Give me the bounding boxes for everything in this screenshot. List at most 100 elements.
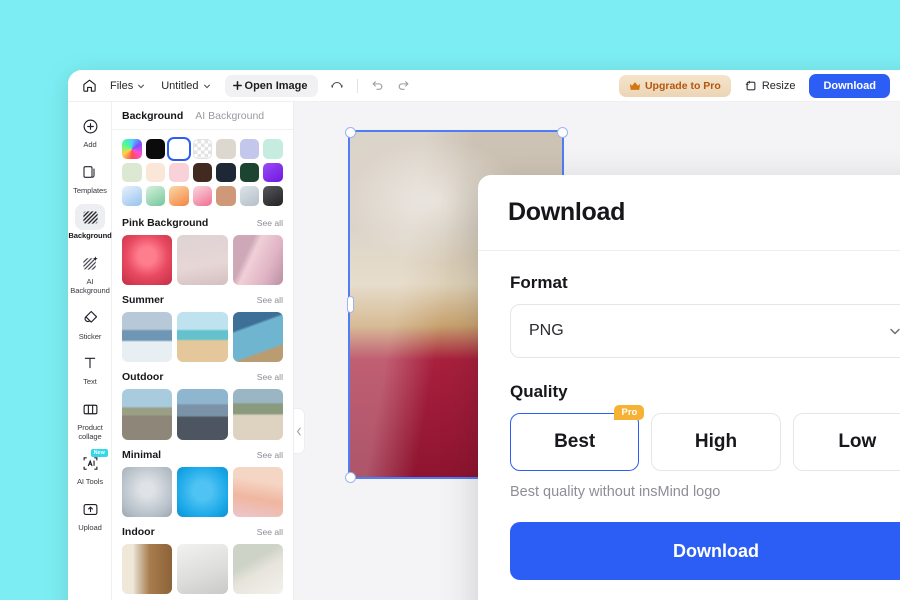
sidebar-item-sticker[interactable]: Sticker [68, 300, 112, 346]
document-name: Untitled [161, 79, 199, 92]
thumb-row [122, 466, 283, 518]
resize-handle-top-right[interactable] [557, 127, 568, 138]
chevron-down-icon [138, 84, 145, 88]
format-select[interactable]: PNG [510, 304, 900, 358]
sidebar-item-label: Background [68, 231, 112, 241]
panel-collapse-handle[interactable] [294, 408, 305, 454]
sidebar-item-templates[interactable]: Templates [68, 154, 112, 200]
swatch-violet[interactable] [263, 162, 284, 183]
sidebar-item-label: Upload [78, 523, 102, 533]
swatch-gradient-green[interactable] [145, 186, 166, 206]
swatch-transparent[interactable] [192, 139, 213, 159]
open-image-label: Open Image [244, 79, 308, 92]
modal-body: Format PNG Quality Best Pro High Low Bes… [478, 251, 900, 580]
sidebar-item-ai-tools[interactable]: New AI Tools [68, 445, 112, 491]
sidebar-item-add[interactable]: Add [68, 108, 112, 154]
resize-handle-middle-left[interactable] [347, 296, 354, 313]
sidebar-item-label: Add [83, 140, 97, 149]
section-header: Minimal See all [122, 449, 283, 461]
swatch-periwinkle[interactable] [239, 139, 260, 159]
resize-handle-top-left[interactable] [345, 127, 356, 138]
thumb-wood-curtain[interactable] [122, 544, 173, 595]
sidebar-item-label: Text [83, 377, 97, 387]
modal-header: Download [478, 175, 900, 251]
swatch-forest[interactable] [239, 162, 260, 183]
thumb-pink-curtain-window[interactable] [232, 234, 283, 286]
swatch-dark-brown[interactable] [192, 162, 213, 183]
swatch-cream[interactable] [145, 162, 166, 183]
sidebar-item-background[interactable]: Background [68, 199, 112, 245]
sidebar-item-label: Templates [73, 185, 107, 195]
templates-icon [75, 159, 105, 185]
section-header: Summer See all [122, 294, 283, 306]
see-all-link[interactable]: See all [257, 295, 283, 305]
swatch-sage[interactable] [122, 162, 142, 183]
thumb-row [122, 312, 283, 363]
thumb-orchid-table[interactable] [232, 544, 283, 595]
sidebar-item-upload[interactable]: Upload [68, 491, 112, 537]
upgrade-to-pro-button[interactable]: Upgrade to Pro [618, 75, 731, 97]
background-panel: Background AI Background Pink Background… [112, 102, 294, 600]
thumb-peach-gradient[interactable] [232, 466, 283, 518]
swatch-mint[interactable] [263, 139, 284, 159]
thumb-grey-gradient[interactable] [122, 466, 173, 518]
resize-button[interactable]: Resize [738, 75, 803, 97]
section-header: Outdoor See all [122, 371, 283, 383]
download-button-toolbar[interactable]: Download [809, 74, 890, 98]
sidebar-item-ai-background[interactable]: AI Background [68, 245, 112, 299]
open-image-button[interactable]: Open Image [224, 74, 318, 97]
swatch-gradient-orange[interactable] [169, 186, 189, 206]
quality-option-high[interactable]: High [651, 413, 781, 471]
document-name-menu[interactable]: Untitled [153, 76, 218, 96]
history-arc-icon[interactable] [324, 73, 350, 99]
section-title: Indoor [122, 526, 155, 539]
see-all-link[interactable]: See all [257, 372, 283, 382]
swatch-white[interactable] [169, 139, 189, 159]
chevron-left-icon [296, 426, 301, 436]
resize-handle-bottom-left[interactable] [345, 472, 356, 483]
swatch-blush[interactable] [169, 162, 189, 183]
see-all-link[interactable]: See all [257, 218, 283, 228]
plus-circle-icon [75, 113, 105, 139]
thumb-coast-cliff[interactable] [232, 389, 283, 440]
undo-icon[interactable] [365, 73, 391, 99]
quality-label: Quality [510, 382, 568, 401]
swatch-rainbow[interactable] [122, 139, 142, 159]
download-confirm-button[interactable]: Download [510, 522, 900, 580]
left-rail: Add Templates Background AI Background S [68, 102, 112, 600]
swatch-navy[interactable] [216, 162, 236, 183]
swatch-black[interactable] [145, 139, 166, 159]
tab-background[interactable]: Background [122, 110, 183, 122]
panel-tabs: Background AI Background [112, 102, 293, 130]
swatch-tan[interactable] [216, 186, 236, 206]
see-all-link[interactable]: See all [257, 450, 283, 460]
thumb-blue-gradient[interactable] [177, 466, 228, 518]
thumb-ocean-horizon[interactable] [122, 312, 173, 363]
thumb-pink-wall-flower[interactable] [177, 234, 228, 286]
thumb-white-stairs[interactable] [177, 544, 228, 595]
sidebar-item-product-collage[interactable]: Product collage [68, 391, 112, 445]
sidebar-item-text[interactable]: Text [68, 345, 112, 391]
thumb-beach-sand[interactable] [177, 312, 228, 363]
thumb-city-road[interactable] [177, 389, 228, 440]
files-label: Files [110, 79, 134, 92]
swatch-gradient-pink[interactable] [192, 186, 213, 206]
swatch-gradient-blue[interactable] [122, 186, 142, 206]
swatch-charcoal[interactable] [263, 186, 284, 206]
redo-icon[interactable] [391, 73, 417, 99]
files-menu[interactable]: Files [102, 76, 153, 96]
quality-options: Best Pro High Low [510, 405, 900, 471]
home-icon[interactable] [76, 73, 102, 99]
swatch-beige[interactable] [216, 139, 236, 159]
thumb-desert-road[interactable] [122, 389, 173, 440]
top-toolbar-right: Upgrade to Pro Resize Download [618, 70, 900, 102]
quality-option-best[interactable]: Best Pro [510, 405, 645, 471]
color-swatch-grid [122, 139, 284, 206]
upgrade-label: Upgrade to Pro [644, 80, 721, 92]
see-all-link[interactable]: See all [257, 527, 283, 537]
tab-ai-background[interactable]: AI Background [195, 110, 264, 122]
thumb-pool-water[interactable] [232, 312, 283, 363]
quality-option-low[interactable]: Low [792, 413, 900, 471]
thumb-pink-heart-neon[interactable] [122, 234, 173, 286]
swatch-steel[interactable] [239, 186, 260, 206]
